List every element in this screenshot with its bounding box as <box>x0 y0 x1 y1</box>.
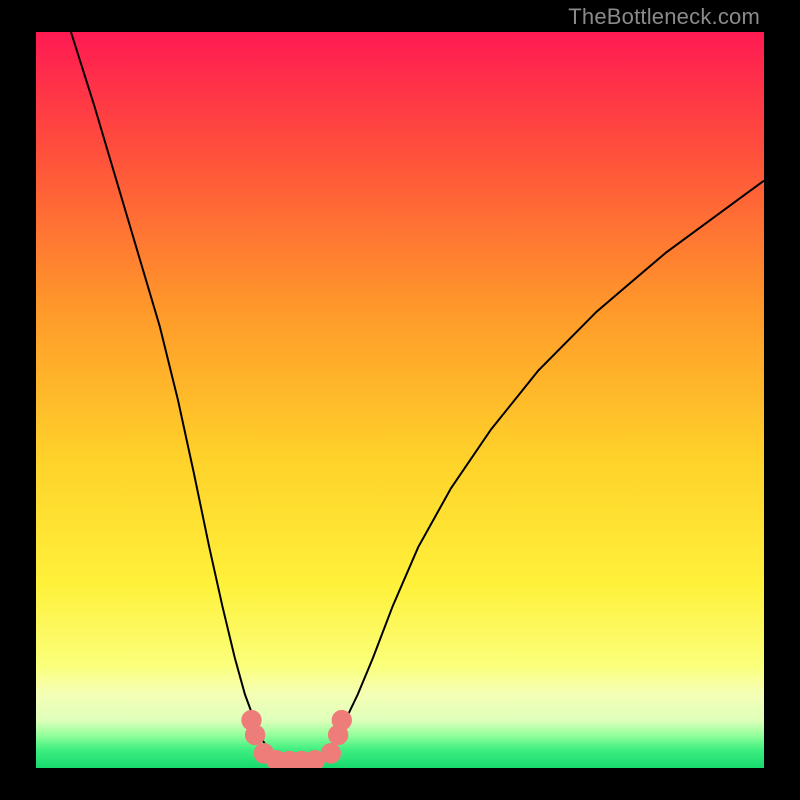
marker-strip <box>241 710 352 768</box>
bottleneck-curve <box>36 32 764 768</box>
marker-dot <box>332 710 352 731</box>
curve-left-branch <box>71 32 276 759</box>
plot-area <box>36 32 764 768</box>
watermark-text: TheBottleneck.com <box>568 4 760 30</box>
chart-frame: TheBottleneck.com <box>0 0 800 800</box>
marker-dot <box>245 725 265 746</box>
curve-right-branch <box>320 181 764 759</box>
marker-dot <box>321 743 341 764</box>
